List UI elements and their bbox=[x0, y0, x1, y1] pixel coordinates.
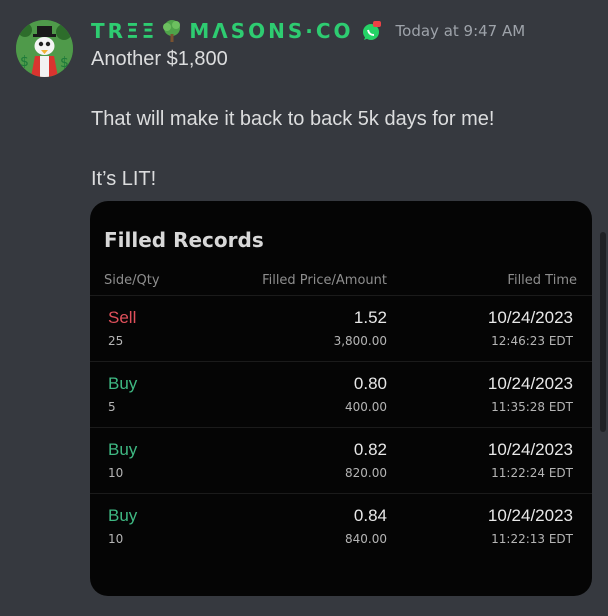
record-side: Buy bbox=[108, 506, 138, 525]
column-header-side-qty: Side/Qty bbox=[104, 273, 160, 288]
record-side: Buy bbox=[108, 374, 138, 393]
record-price: 0.82 bbox=[353, 440, 387, 459]
column-header-filled-time: Filled Time bbox=[507, 273, 577, 288]
scrooge-avatar-icon: $ $ bbox=[16, 20, 73, 77]
message-line-3: It’s LIT! bbox=[91, 168, 157, 190]
record-amount: 840.00 bbox=[345, 532, 387, 546]
record-qty: 25 bbox=[108, 334, 124, 348]
author-name-part2: MΛSONS·CO bbox=[189, 19, 354, 43]
filled-records-image[interactable]: Filled Records Side/Qty Filled Price/Amo… bbox=[90, 201, 592, 596]
record-side: Buy bbox=[108, 440, 138, 459]
record-amount: 3,800.00 bbox=[333, 334, 387, 348]
record-amount: 820.00 bbox=[345, 466, 387, 480]
svg-text:$: $ bbox=[60, 55, 69, 71]
record-date: 10/24/2023 bbox=[487, 440, 573, 459]
record-row: Buy 10 0.82 820.00 10/24/2023 11:22:24 E… bbox=[90, 427, 592, 494]
author-name-part1: TRΞΞ bbox=[91, 19, 158, 43]
card-title: Filled Records bbox=[104, 228, 264, 252]
message-line-2: That will make it back to back 5k days f… bbox=[91, 108, 495, 130]
record-row: Buy 10 0.84 840.00 10/24/2023 11:22:13 E… bbox=[90, 493, 592, 560]
record-time: 11:22:13 EDT bbox=[491, 532, 573, 546]
record-amount: 400.00 bbox=[345, 400, 387, 414]
record-qty: 10 bbox=[108, 532, 124, 546]
record-time: 11:35:28 EDT bbox=[491, 400, 573, 414]
column-header-price-amount: Filled Price/Amount bbox=[262, 273, 387, 288]
record-time: 11:22:24 EDT bbox=[491, 466, 573, 480]
whatsapp-badge-icon bbox=[360, 20, 382, 42]
record-price: 1.52 bbox=[353, 308, 387, 327]
avatar[interactable]: $ $ bbox=[16, 20, 73, 77]
record-date: 10/24/2023 bbox=[487, 308, 573, 327]
timestamp: Today at 9:47 AM bbox=[395, 22, 526, 40]
record-price: 0.80 bbox=[353, 374, 387, 393]
message-line-1: Another $1,800 bbox=[91, 48, 228, 70]
record-price: 0.84 bbox=[353, 506, 387, 525]
record-row: Sell 25 1.52 3,800.00 10/24/2023 12:46:2… bbox=[90, 295, 592, 362]
record-date: 10/24/2023 bbox=[487, 506, 573, 525]
svg-text:$: $ bbox=[20, 54, 29, 70]
message-header: TRΞΞ MΛSONS·CO Today at 9:47 AM bbox=[91, 18, 525, 44]
author-name[interactable]: TRΞΞ MΛSONS·CO bbox=[91, 19, 382, 43]
record-row: Buy 5 0.80 400.00 10/24/2023 11:35:28 ED… bbox=[90, 361, 592, 428]
scrollbar[interactable] bbox=[600, 232, 606, 432]
tree-icon bbox=[161, 19, 183, 43]
record-qty: 5 bbox=[108, 400, 116, 414]
record-date: 10/24/2023 bbox=[487, 374, 573, 393]
record-side: Sell bbox=[108, 308, 137, 327]
record-time: 12:46:23 EDT bbox=[491, 334, 573, 348]
record-qty: 10 bbox=[108, 466, 124, 480]
